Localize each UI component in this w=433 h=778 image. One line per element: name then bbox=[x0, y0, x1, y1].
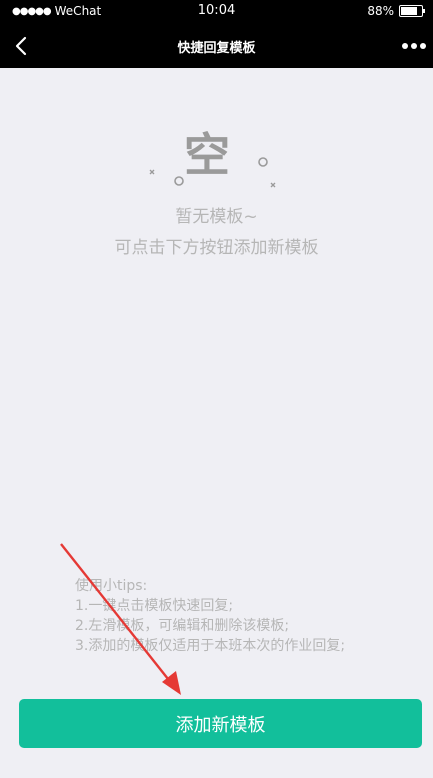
ellipsis-icon bbox=[411, 43, 417, 49]
navigation-bar: 快捷回复模板 bbox=[0, 24, 433, 68]
annotation-arrow-icon bbox=[60, 543, 181, 695]
empty-subtitle: 可点击下方按钮添加新模板 bbox=[114, 238, 319, 258]
status-bar: ●●●●● WeChat 10:04 88% bbox=[0, 0, 433, 24]
tips-heading: 使用小tips: bbox=[75, 578, 148, 594]
battery-percent: 88% bbox=[367, 4, 394, 18]
tip-item: 1.一键点击模板快速回复; bbox=[75, 598, 234, 614]
empty-title: 暂无模板~ bbox=[175, 207, 258, 227]
battery-icon bbox=[399, 5, 425, 17]
empty-art-text: 空 bbox=[184, 128, 230, 182]
empty-illustration: 空 bbox=[140, 128, 290, 198]
tips-block: 使用小tips: 1.一键点击模板快速回复; 2.左滑模板，可编辑和删除该模板;… bbox=[75, 576, 345, 656]
battery-fill bbox=[401, 7, 417, 15]
ellipsis-icon bbox=[402, 43, 408, 49]
add-template-button[interactable]: 添加新模板 bbox=[19, 699, 422, 748]
ellipsis-icon bbox=[420, 43, 426, 49]
page-title: 快捷回复模板 bbox=[177, 41, 256, 56]
more-button[interactable] bbox=[401, 36, 427, 56]
battery-status: 88% bbox=[367, 4, 425, 18]
tip-item: 3.添加的模板仅适用于本班本次的作业回复; bbox=[75, 638, 346, 654]
tip-item: 2.左滑模板，可编辑和删除该模板; bbox=[75, 618, 290, 634]
